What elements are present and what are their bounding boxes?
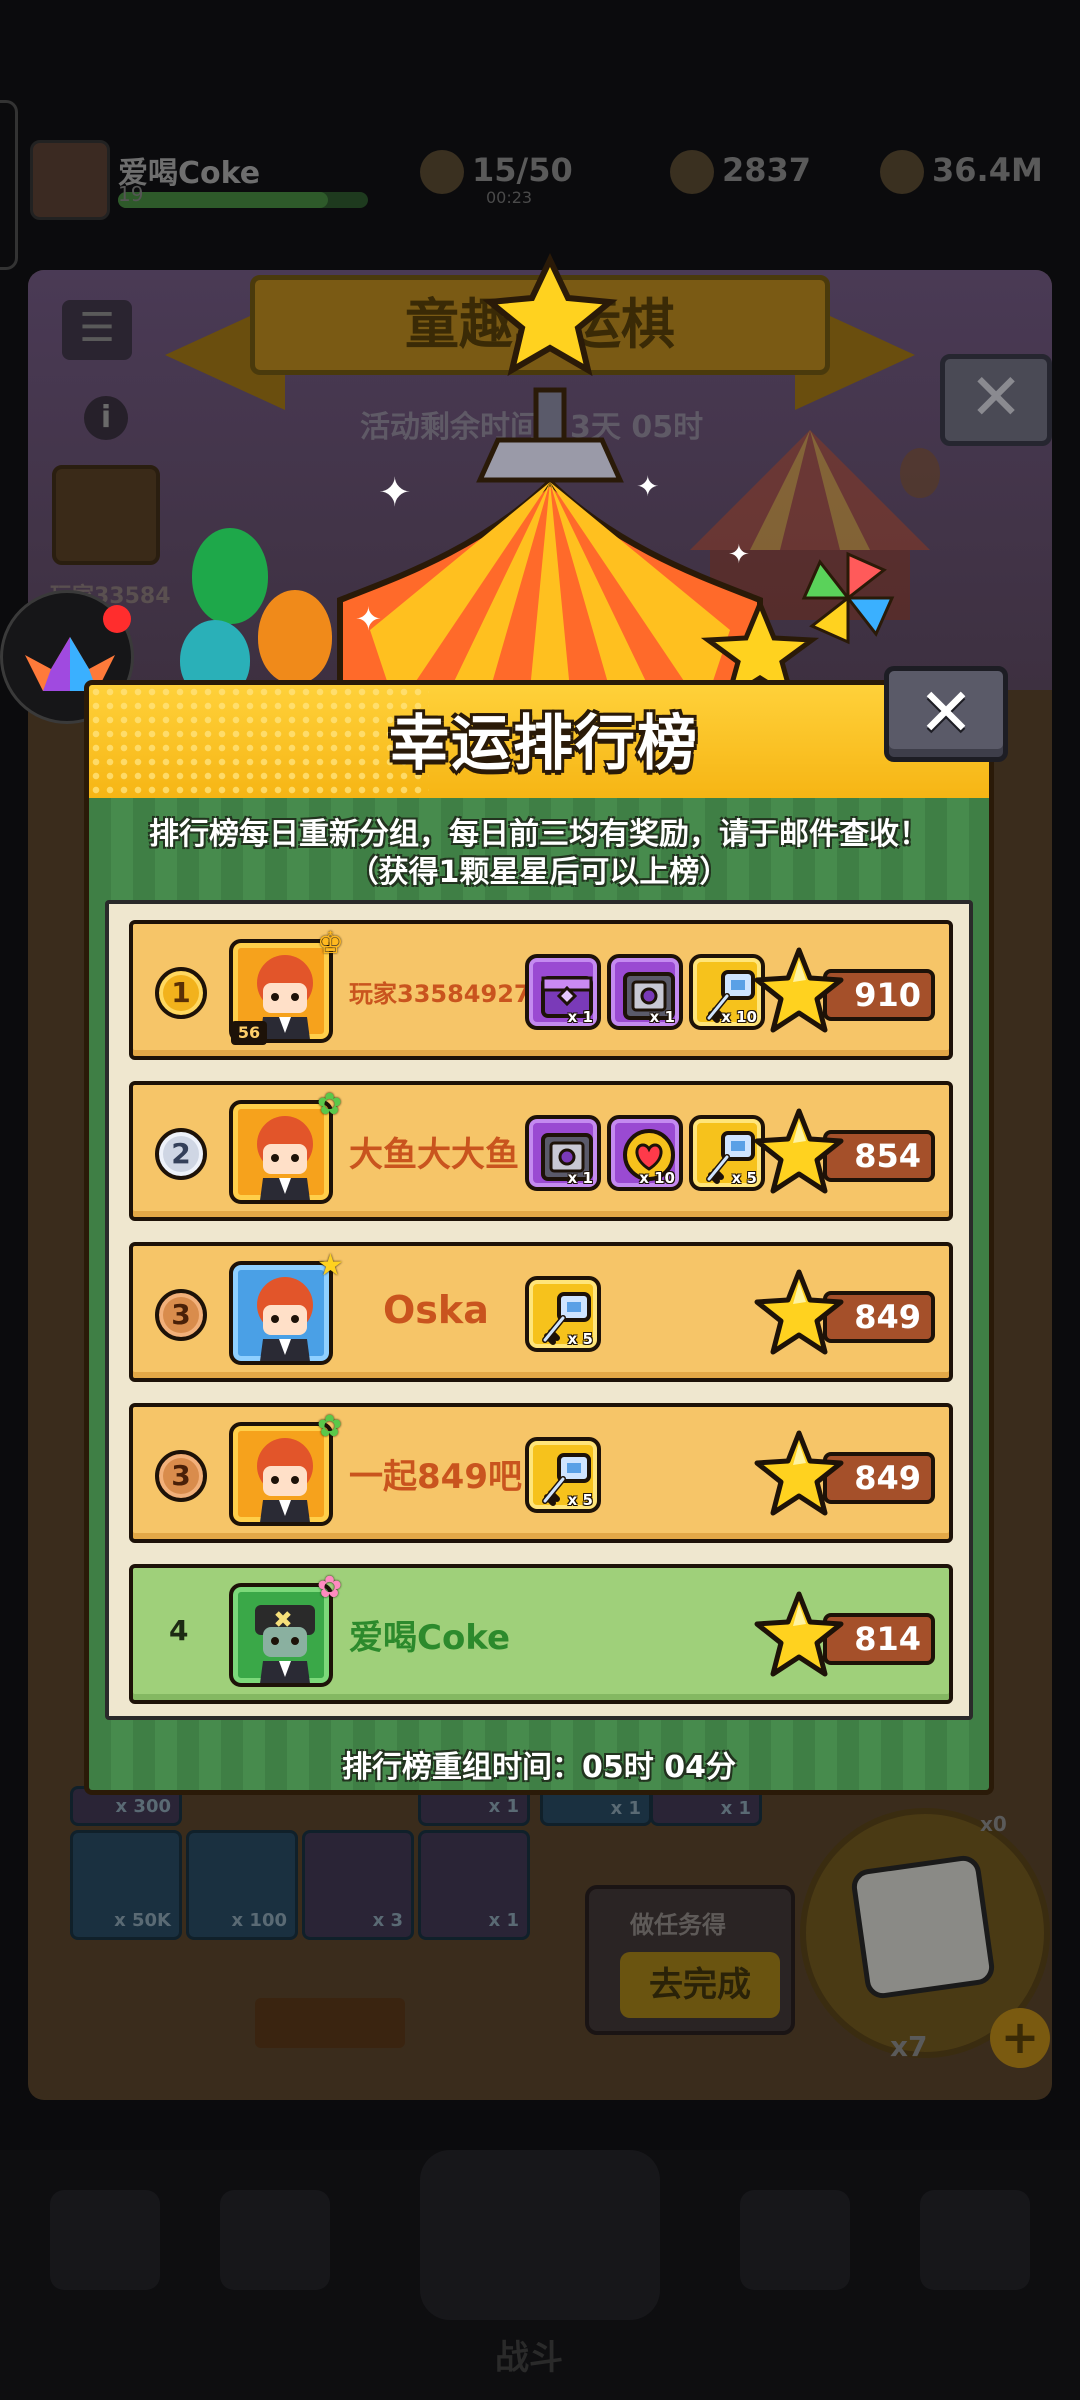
my-rank-row[interactable]: 4 ✿ 爱喝Coke 814 — [129, 1564, 953, 1704]
reward-quantity: x 10 — [639, 1169, 675, 1187]
safe-purple-icon[interactable]: x 1 — [607, 954, 683, 1030]
reward-quantity: x 1 — [567, 1008, 593, 1026]
coin-icon — [880, 150, 924, 194]
dice-icon — [849, 1853, 997, 2001]
leaderboard-row[interactable]: 3 ★ Oska x 5 849 — [129, 1242, 953, 1382]
reward-quantity: x 10 — [721, 1008, 757, 1026]
dice-extra-count: x0 — [980, 1812, 1007, 1836]
leaderboard-dialog: 排行榜每日重新分组，每日前三均有奖励，请于邮件查收！ （获得1颗星星后可以上榜）… — [84, 666, 1008, 1795]
task-label: 做任务得 — [630, 1911, 726, 1939]
avatar-level: 56 — [231, 1021, 267, 1045]
nav-item[interactable] — [740, 2190, 850, 2290]
dialog-header: 幸运排行榜 — [84, 680, 994, 798]
dialog-title: 幸运排行榜 — [389, 709, 699, 779]
reward-quantity: x 1 — [567, 1169, 593, 1187]
notice-line-1: 排行榜每日重新分组，每日前三均有奖励，请于邮件查收！ — [149, 817, 929, 852]
player-name: Oska — [383, 1288, 489, 1332]
my-rank-card[interactable] — [52, 465, 160, 565]
leaderboard-row[interactable]: 2 ✿ 大鱼大大鱼 x 1x 10 x 5 854 — [129, 1081, 953, 1221]
notification-dot — [103, 605, 131, 633]
sparkle-icon: ✦ — [636, 470, 660, 503]
rank-badge: 2 — [155, 1128, 207, 1180]
star-icon — [753, 946, 845, 1038]
dice-count: x7 — [890, 2030, 928, 2063]
star-shape — [754, 1108, 844, 1194]
star-shape — [754, 1269, 844, 1355]
hud-avatar[interactable] — [30, 140, 110, 220]
leaderboard-list[interactable]: 1 56 ♚ 玩家33584927 x 1x 1x 10 910 2 ✿ 大鱼大大鱼 x 1x 1… — [105, 900, 973, 1720]
notice-line-2: （获得1颗星星后可以上榜） — [348, 855, 730, 890]
sparkle-icon: ✦ — [728, 540, 750, 570]
bench-decoration — [255, 1998, 405, 2048]
menu-icon[interactable]: ☰ — [62, 300, 132, 360]
player-name: 大鱼大大鱼 — [349, 1135, 519, 1175]
reward-quantity: x 1 — [649, 1008, 675, 1026]
player-name: 一起849吧 — [349, 1457, 522, 1497]
clover-badge-icon: ♚ — [317, 926, 344, 961]
hud-energy-value: 15/50 — [472, 151, 573, 189]
balloon-dim — [900, 448, 940, 498]
event-close-button[interactable]: ✕ — [940, 354, 1052, 446]
star-badge-icon: ★ — [317, 1248, 344, 1283]
hud-coins-value: 36.4M — [932, 151, 1043, 189]
heart-icon[interactable]: x 10 — [607, 1115, 683, 1191]
safe-purple-icon[interactable]: x 1 — [525, 1115, 601, 1191]
clover-badge-icon: ✿ — [317, 1087, 343, 1122]
star-icon — [753, 1590, 845, 1682]
player-name: 爱喝Coke — [349, 1618, 511, 1658]
hud-level-bar — [118, 192, 368, 208]
clover-badge-icon: ✿ — [317, 1409, 343, 1444]
star-icon — [753, 1107, 845, 1199]
star-shape — [754, 1591, 844, 1677]
hud-coins[interactable]: 36.4M — [880, 150, 1043, 194]
rank-badge: 3 — [155, 1289, 207, 1341]
board-cell: x 100 — [186, 1830, 298, 1940]
star-shape — [754, 947, 844, 1033]
board-cell: x 1 — [418, 1830, 530, 1940]
add-dice-button[interactable]: + — [990, 2008, 1050, 2068]
game-screen: 爱喝Coke 19 15/50 00:23 2837 36.4M ☰ 童趣幸运棋… — [0, 0, 1080, 2400]
dialog-body: 排行榜每日重新分组，每日前三均有奖励，请于邮件查收！ （获得1颗星星后可以上榜）… — [84, 794, 994, 1795]
reward-quantity: x 5 — [567, 1491, 593, 1509]
energy-icon — [420, 150, 464, 194]
clover-badge-icon: ✿ — [317, 1570, 343, 1605]
hud-energy-timer: 00:23 — [486, 188, 533, 207]
rank-badge: 3 — [155, 1450, 207, 1502]
rank-badge: 1 — [155, 967, 207, 1019]
star-icon — [753, 1268, 845, 1360]
leaderboard-row[interactable]: 1 56 ♚ 玩家33584927 x 1x 1x 10 910 — [129, 920, 953, 1060]
balloon-orange — [258, 590, 332, 684]
key-icon[interactable]: x 5 — [525, 1437, 601, 1513]
nav-item[interactable] — [220, 2190, 330, 2290]
board-cell: x 50K — [70, 1830, 182, 1940]
top-hud: 爱喝Coke 19 15/50 00:23 2837 36.4M — [0, 120, 1080, 230]
board-cell: x 3 — [302, 1830, 414, 1940]
nav-item[interactable] — [920, 2190, 1030, 2290]
gem-icon — [670, 150, 714, 194]
nav-item[interactable] — [50, 2190, 160, 2290]
star-shape — [754, 1430, 844, 1516]
close-icon: ✕ — [918, 674, 974, 751]
leaderboard-notice: 排行榜每日重新分组，每日前三均有奖励，请于邮件查收！ （获得1颗星星后可以上榜） — [89, 816, 989, 892]
sparkle-icon: ✦ — [355, 600, 382, 638]
nav-battle-label: 战斗 — [495, 2338, 563, 2378]
key-icon[interactable]: x 5 — [525, 1276, 601, 1352]
rank-number: 4 — [169, 1614, 189, 1647]
balloon-green — [192, 528, 268, 624]
reward-quantity: x 5 — [567, 1330, 593, 1348]
go-complete-button[interactable]: 去完成 — [620, 1952, 780, 2018]
leaderboard-row[interactable]: 3 ✿ 一起849吧 x 5 849 — [129, 1403, 953, 1543]
info-icon[interactable]: i — [84, 396, 128, 440]
hud-gems-value: 2837 — [722, 151, 812, 189]
player-name: 玩家33584927 — [349, 980, 531, 1008]
chest-purple-icon[interactable]: x 1 — [525, 954, 601, 1030]
sparkle-icon: ✦ — [378, 470, 412, 516]
board-cells: x 300 x 1 x 50K x 100 x 3 x 1 — [70, 1786, 540, 1950]
close-button[interactable]: ✕ — [884, 666, 1008, 762]
nav-item-battle[interactable] — [420, 2150, 660, 2320]
hud-gems[interactable]: 2837 — [670, 150, 811, 194]
reset-time: 排行榜重组时间：05时 04分 — [342, 1750, 736, 1785]
hud-level: 19 — [118, 182, 144, 206]
star-icon — [753, 1429, 845, 1521]
